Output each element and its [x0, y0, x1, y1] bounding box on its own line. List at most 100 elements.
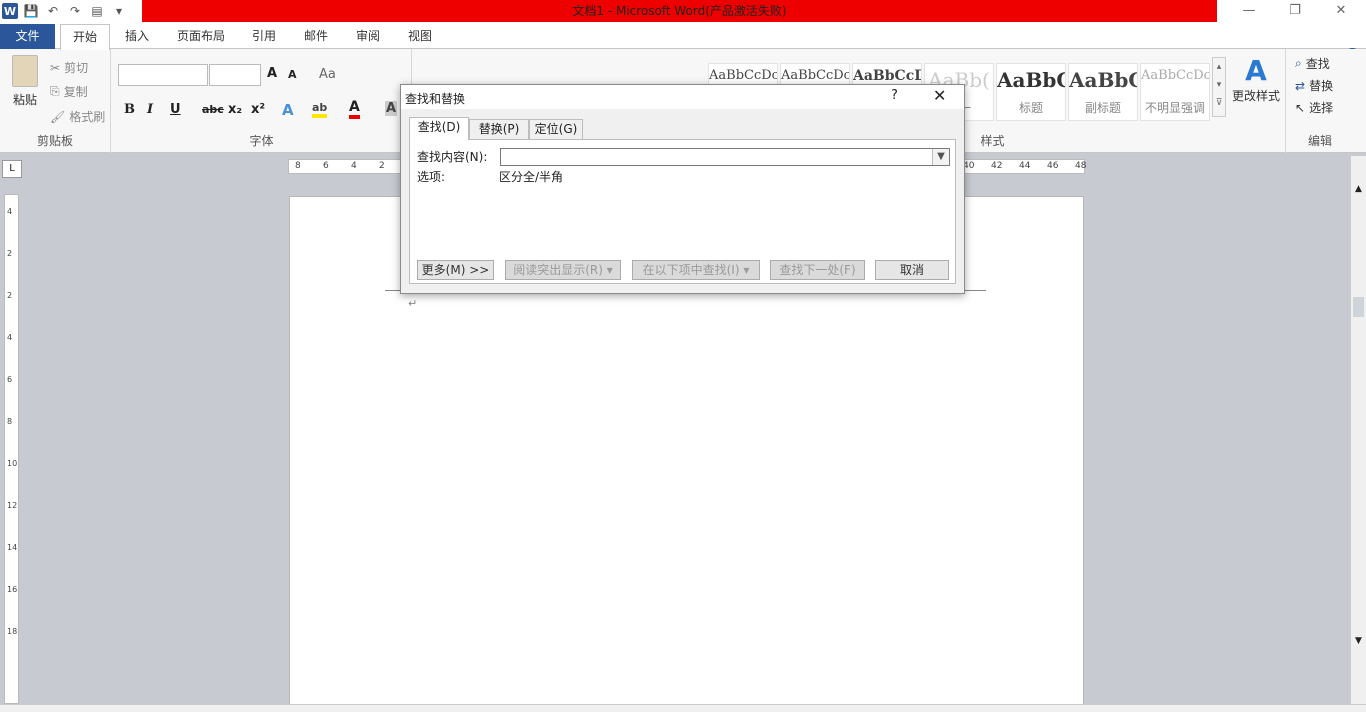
ruler-tick-label: 4: [351, 161, 357, 171]
subscript-button[interactable]: x₂: [228, 102, 242, 117]
ruler-tick-label: 14: [7, 543, 18, 552]
format-painter-label: 格式刷: [69, 110, 106, 124]
cut-button[interactable]: ✂ 剪切: [50, 59, 88, 76]
scroll-down-icon[interactable]: ▼: [1351, 636, 1366, 646]
font-size-combo[interactable]: [209, 64, 261, 86]
cut-label: 剪切: [64, 61, 89, 75]
tab-selector[interactable]: L: [2, 160, 22, 178]
tab-find[interactable]: 查找(D): [409, 117, 469, 140]
quick-access-toolbar: W 💾 ↶ ↷ ▤ ▾: [0, 0, 128, 22]
italic-button[interactable]: I: [147, 102, 153, 117]
save-icon[interactable]: 💾: [22, 2, 40, 20]
print-preview-icon[interactable]: ▤: [88, 2, 106, 20]
char-shading-icon[interactable]: A: [385, 101, 398, 116]
superscript-button[interactable]: x²: [251, 102, 265, 117]
change-styles-button[interactable]: A 更改样式: [1230, 55, 1282, 104]
tab-insert[interactable]: 插入: [118, 24, 156, 50]
ruler-tick-label: 2: [7, 291, 13, 300]
style-item[interactable]: AaBbC 标题: [996, 63, 1066, 121]
find-replace-dialog: 查找和替换 ? ✕ 查找(D) 替换(P) 定位(G) 查找内容(N): ▼ 选…: [400, 84, 965, 294]
style-name: 不明显强调: [1144, 101, 1205, 115]
ruler-tick-label: 18: [7, 627, 18, 636]
dialog-help-button[interactable]: ?: [891, 88, 898, 103]
gallery-scroll[interactable]: ▴ ▾ ⊽: [1212, 57, 1226, 117]
strikethrough-button[interactable]: abc: [202, 103, 224, 116]
binoculars-icon: ⌕: [1295, 56, 1302, 70]
font-color-icon[interactable]: A: [349, 99, 360, 119]
style-item[interactable]: AaBbCcDc 不明显强调: [1140, 63, 1210, 121]
text-effects-icon[interactable]: A: [282, 101, 294, 119]
grow-font-button[interactable]: A: [267, 66, 277, 81]
status-bar: [0, 704, 1366, 712]
bold-button[interactable]: B: [124, 102, 135, 117]
find-what-input[interactable]: [500, 148, 950, 166]
scroll-up-icon[interactable]: ▲: [1351, 184, 1366, 194]
highlight-icon[interactable]: ab: [312, 101, 328, 118]
ruler-tick-label: 8: [7, 417, 13, 426]
font-name-combo[interactable]: [118, 64, 208, 86]
reading-highlight-button[interactable]: 阅读突出显示(R) ▾: [505, 260, 621, 280]
cursor-icon: ↖: [1295, 100, 1306, 115]
tab-home[interactable]: 开始: [60, 24, 110, 50]
ruler-tick-label: 46: [1047, 161, 1059, 171]
shrink-font-button[interactable]: A: [288, 68, 297, 81]
ruler-tick-label: 48: [1075, 161, 1087, 171]
scroll-thumb[interactable]: [1353, 297, 1364, 317]
customize-icon[interactable]: ▾: [110, 2, 128, 20]
ruler-tick-label: 16: [7, 585, 18, 594]
style-name: 标题: [1018, 101, 1043, 115]
find-next-button[interactable]: 查找下一处(F): [770, 260, 865, 280]
paste-label: 粘贴: [12, 93, 37, 107]
select-button[interactable]: ↖ 选择: [1295, 99, 1333, 116]
paste-button[interactable]: 粘贴: [8, 55, 42, 108]
paragraph-mark: ↵: [408, 297, 418, 310]
style-preview: AaBbC: [997, 68, 1066, 92]
style-preview: AaBbCcD: [853, 68, 922, 84]
ruler-tick-label: 6: [323, 161, 329, 171]
chevron-down-icon[interactable]: ▼: [932, 149, 949, 165]
scissors-icon: ✂: [50, 60, 61, 75]
restore-button[interactable]: ❐: [1272, 0, 1318, 22]
copy-label: 复制: [63, 85, 88, 99]
tab-replace[interactable]: 替换(P): [469, 119, 529, 139]
dialog-title: 查找和替换: [405, 92, 466, 106]
tab-references[interactable]: 引用: [245, 24, 283, 50]
tab-mailings[interactable]: 邮件: [297, 24, 335, 50]
undo-icon[interactable]: ↶: [44, 2, 62, 20]
vertical-scrollbar[interactable]: ▲ ▼: [1350, 156, 1366, 704]
tab-layout[interactable]: 页面布局: [170, 24, 232, 50]
replace-icon: ⇄: [1295, 78, 1306, 93]
style-preview: AaBbC: [1069, 68, 1138, 92]
tab-review[interactable]: 审阅: [349, 24, 387, 50]
brush-icon: 🖌: [50, 109, 66, 124]
find-panel: 查找内容(N): ▼ 选项: 区分全/半角 更多(M) >> 阅读突出显示(R)…: [409, 139, 956, 284]
cancel-button[interactable]: 取消: [875, 260, 949, 280]
clipboard-group-label: 剪贴板: [36, 134, 73, 148]
ruler-tick-label: 10: [7, 459, 18, 468]
vertical-ruler[interactable]: 4 2 2 4 6 8 10 12 14 16 18: [4, 194, 19, 704]
tab-file[interactable]: 文件: [0, 24, 55, 50]
tab-goto[interactable]: 定位(G): [529, 119, 583, 139]
find-label: 查找: [1305, 57, 1330, 71]
find-in-button[interactable]: 在以下项中查找(I) ▾: [632, 260, 760, 280]
format-painter-button[interactable]: 🖌 格式刷: [50, 108, 105, 125]
more-button[interactable]: 更多(M) >>: [417, 260, 494, 280]
clipboard-icon: [12, 55, 38, 87]
ribbon-tabs: 文件 开始 插入 页面布局 引用 邮件 审阅 视图 ⌃ ?: [0, 22, 1366, 63]
style-preview: AaBbCcDc: [1141, 68, 1210, 83]
minimize-button[interactable]: —: [1226, 0, 1272, 22]
ruler-tick-label: 2: [7, 249, 13, 258]
change-case-button[interactable]: Aa: [319, 67, 336, 82]
close-button[interactable]: ✕: [1318, 0, 1364, 22]
redo-icon[interactable]: ↷: [66, 2, 84, 20]
tab-view[interactable]: 视图: [401, 24, 439, 50]
dialog-close-button[interactable]: ✕: [933, 86, 946, 105]
underline-button[interactable]: U: [170, 102, 181, 117]
style-item[interactable]: AaBbC 副标题: [1068, 63, 1138, 121]
copy-button[interactable]: ⎘ 复制: [50, 83, 88, 100]
word-logo-icon[interactable]: W: [2, 3, 18, 19]
options-label: 选项:: [417, 170, 446, 184]
replace-button[interactable]: ⇄ 替换: [1295, 77, 1333, 94]
clipboard-group: 粘贴 ✂ 剪切 ⎘ 复制 🖌 格式刷 剪贴板: [0, 49, 111, 153]
find-button[interactable]: ⌕ 查找: [1295, 55, 1330, 72]
